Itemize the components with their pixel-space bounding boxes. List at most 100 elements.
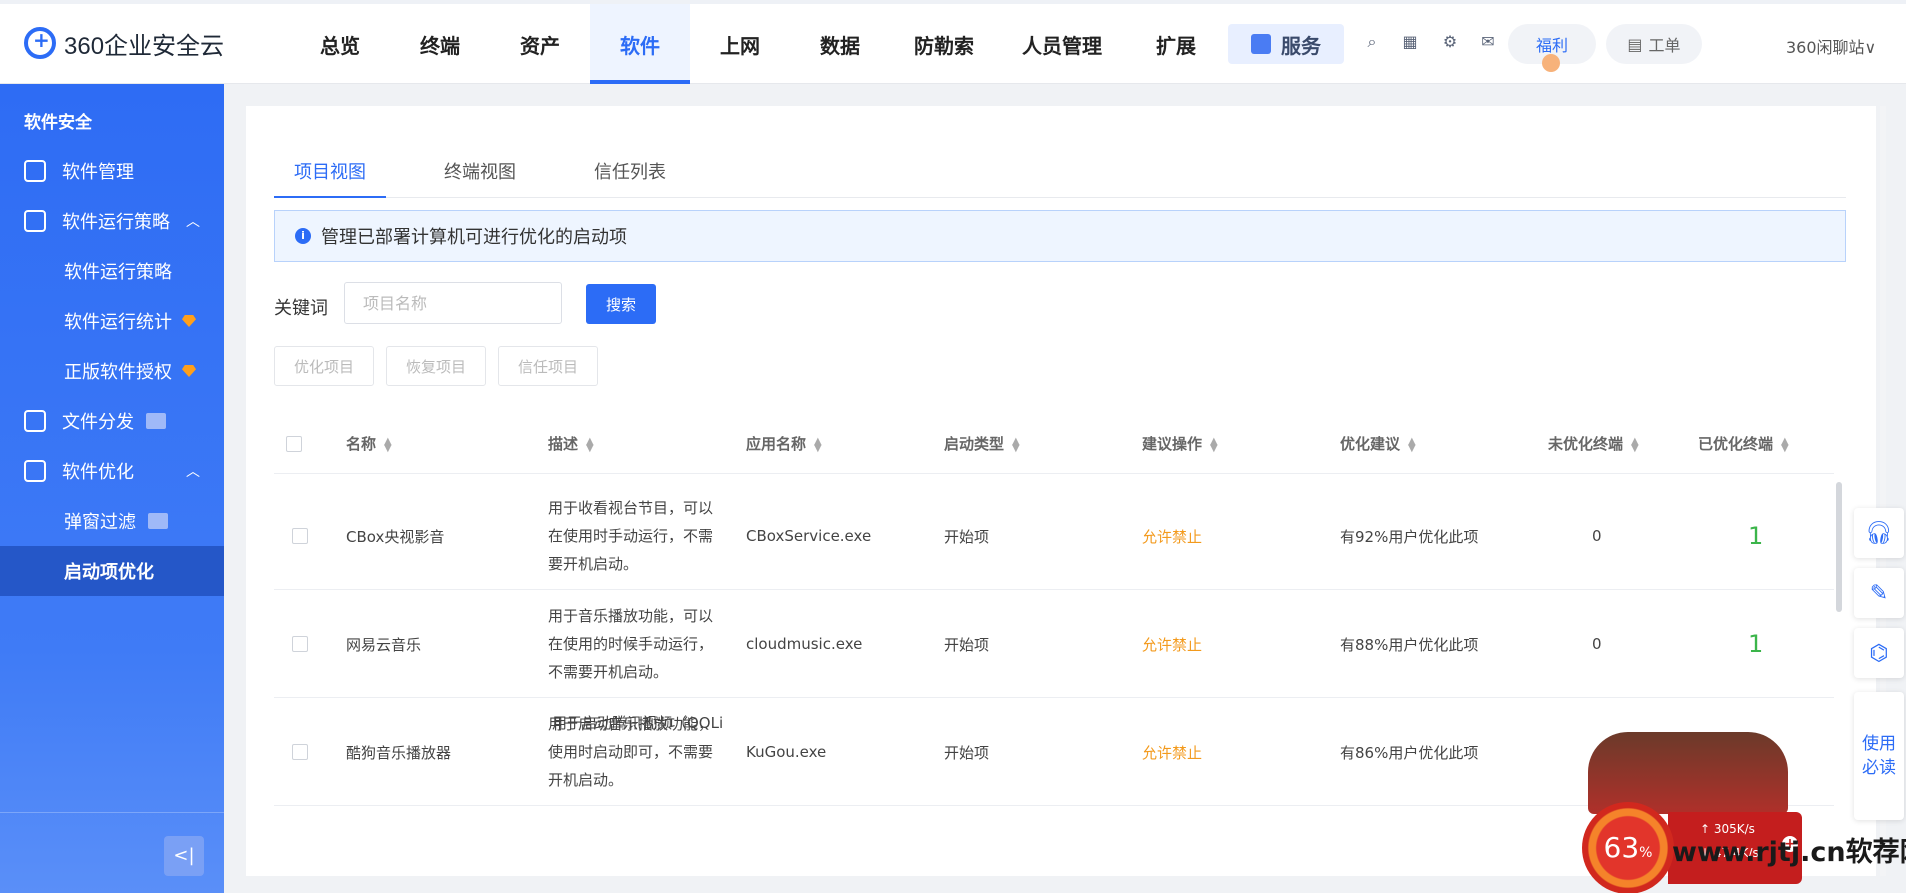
nav-data[interactable]: 数据 [790,4,890,84]
logo[interactable]: 360企业安全云 [24,26,224,60]
column-header-name[interactable]: 名称 ▲ ▼ [346,414,392,474]
cell-action[interactable]: 允许禁止 [1142,482,1202,590]
share-icon [24,410,46,432]
gear-icon[interactable]: ⚙ [1440,32,1460,52]
search-icon[interactable]: ⌕ [1362,32,1382,52]
service-button[interactable]: 服务 [1228,24,1344,64]
sidebar-item-run-policy-group[interactable]: 软件运行策略 ︿ [0,196,224,246]
logo-icon [24,27,56,59]
diamond-icon [182,315,196,327]
cell-optimized[interactable]: 1 [1748,590,1763,698]
sidebar-item-label: 软件运行统计 [64,312,172,333]
sort-icon: ▲ ▼ [1408,435,1416,454]
column-header-optimized[interactable]: 已优化终端 ▲ ▼ [1698,414,1789,474]
row-checkbox[interactable] [292,744,308,760]
qrcode-icon[interactable]: ▦ [1400,32,1420,52]
notification-dot [1542,54,1560,72]
puzzle-icon [1251,34,1271,54]
sidebar-section-title: 软件安全 [24,113,92,133]
partial-row-desc: 用于启动腾讯视频（QQLi [552,714,724,732]
sidebar-item-software-management[interactable]: 软件管理 [0,146,224,196]
tab-terminal-view[interactable]: 终端视图 [424,148,536,197]
cell-unoptimized: 0 [1592,635,1602,653]
row-checkbox[interactable] [292,528,308,544]
ticket-label: 工单 [1648,36,1681,55]
cell-name: CBox央视影音 [346,527,445,546]
sort-icon: ▲ ▼ [1012,435,1020,454]
sidebar-item-run-policy[interactable]: 软件运行策略 [0,246,224,296]
sort-icon: ▲ ▼ [1781,435,1789,454]
cell-type: 开始项 [944,743,990,762]
restore-items-button[interactable]: 恢复项目 [386,346,486,386]
cell-name: 酷狗音乐播放器 [346,743,452,762]
tab-project-view[interactable]: 项目视图 [274,148,386,198]
sidebar-item-run-stats[interactable]: 软件运行统计 [0,296,224,346]
table-scrollbar[interactable] [1836,482,1842,612]
cell-desc: 用于音乐播放功能，可以 在使用的时候手动运行， 不需要开机启动。 [548,607,714,681]
code-window-icon [24,210,46,232]
service-label: 服务 [1281,33,1321,58]
row-checkbox[interactable] [292,636,308,652]
table-row[interactable]: CBox央视影音 用于收看视台节目，可以 在使用时手动运行，不需 要开机启动。 CB… [274,482,1834,590]
layers-icon [24,160,46,182]
logo-text: 360企业安全云 [64,32,225,60]
sidebar-item-license[interactable]: 正版软件授权 [0,346,224,396]
cell-advice: 有86%用户优化此项 [1340,743,1479,762]
nav-terminal[interactable]: 终端 [390,4,490,84]
nav-extend[interactable]: 扩展 [1126,4,1226,84]
guide-label-1: 使用 [1862,734,1896,754]
table-row[interactable]: 网易云音乐 用于音乐播放功能，可以 在使用的时候手动运行， 不需要开机启动。 clo… [274,590,1834,698]
tab-trust-list[interactable]: 信任列表 [574,148,686,197]
sidebar-item-file-distribution[interactable]: 文件分发 [0,396,224,446]
cell-action[interactable]: 允许禁止 [1142,590,1202,698]
column-header-desc[interactable]: 描述 ▲ ▼ [548,414,594,474]
edit-icon[interactable]: ✎ [1854,568,1904,618]
mascot-figures-image [1588,732,1788,814]
optimize-items-button[interactable]: 优化项目 [274,346,374,386]
user-menu[interactable]: 360闲聊站∨ [1786,34,1876,58]
trust-items-button[interactable]: 信任项目 [498,346,598,386]
cell-app: KuGou.exe [746,743,827,761]
sidebar-item-startup-optimize[interactable]: 启动项优化 [0,546,224,596]
site-watermark: www.rjtj.cn软荐网 [1672,837,1906,868]
column-header-advice[interactable]: 优化建议 ▲ ▼ [1340,414,1416,474]
column-header-unoptimized[interactable]: 未优化终端 ▲ ▼ [1548,414,1639,474]
ticket-icon: ▤ [1627,34,1643,54]
column-header-app[interactable]: 应用名称 ▲ ▼ [746,414,822,474]
sidebar: 软件安全 软件管理 软件运行策略 ︿ 软件运行策略 软件运行统计 正版软件授权 … [0,84,224,893]
cell-action[interactable]: 允许禁止 [1142,698,1202,806]
nav-ransomware[interactable]: 防勒索 [890,4,998,84]
guide-button[interactable]: 使用 必读 [1854,692,1904,820]
info-banner: i 管理已部署计算机可进行优化的启动项 [274,210,1846,262]
sort-icon: ▲ ▼ [814,435,822,454]
collapse-sidebar-button[interactable]: <| [164,836,204,876]
headset-icon[interactable]: 🎧︎ [1854,508,1904,558]
cell-optimized[interactable]: 1 [1748,482,1763,590]
column-header-type[interactable]: 启动类型 ▲ ▼ [944,414,1020,474]
guide-label-2: 必读 [1862,758,1896,778]
sidebar-item-software-optimize[interactable]: 软件优化 ︿ [0,446,224,496]
cell-unoptimized: 0 [1592,527,1602,545]
cpu-usage-ring[interactable]: 63% [1582,802,1674,893]
select-all-checkbox[interactable] [286,436,302,452]
nav-assets[interactable]: 资产 [490,4,590,84]
sidebar-item-label: 软件运行策略 [62,212,170,233]
mail-icon[interactable]: ✉ [1478,32,1498,52]
nav-people[interactable]: 人员管理 [998,4,1126,84]
nav-overview[interactable]: 总览 [290,4,390,84]
sort-icon: ▲ ▼ [586,435,594,454]
sort-icon: ▲ ▼ [1210,435,1218,454]
nav-software[interactable]: 软件 [590,4,690,84]
fuli-label: 福利 [1535,36,1568,55]
sidebar-item-label: 软件优化 [62,462,134,483]
ticket-button[interactable]: ▤ 工单 [1606,24,1702,64]
sidebar-item-popup-filter[interactable]: 弹窗过滤 [0,496,224,546]
sidebar-divider [0,812,224,813]
org-chart-icon[interactable]: ⌬ [1854,628,1904,678]
nav-internet[interactable]: 上网 [690,4,790,84]
chevron-up-icon: ︿ [186,214,200,230]
keyword-input[interactable] [344,282,562,324]
search-button[interactable]: 搜索 [586,284,656,324]
column-header-action[interactable]: 建议操作 ▲ ▼ [1142,414,1218,474]
cell-advice: 有88%用户优化此项 [1340,635,1479,654]
